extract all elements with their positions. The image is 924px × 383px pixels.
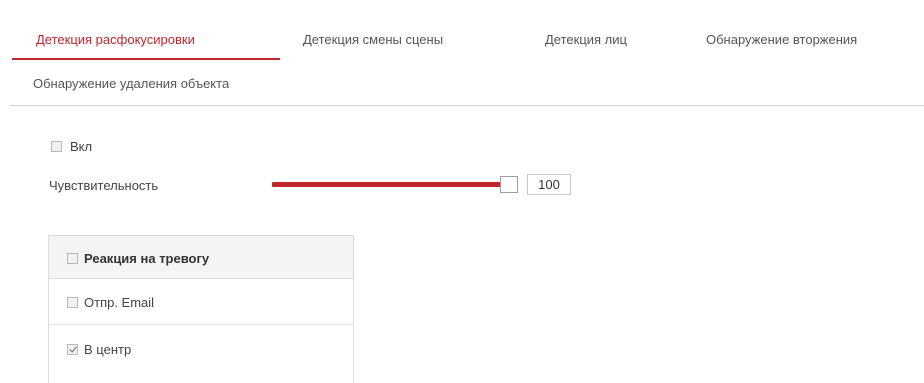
send-email-label: Отпр. Email (84, 294, 155, 310)
to-center-row: В центр (67, 340, 131, 358)
tab-defocus-detection[interactable]: Детекция расфокусировки (36, 25, 195, 55)
send-email-row: Отпр. Email (67, 293, 154, 311)
tab-intrusion-detection[interactable]: Обнаружение вторжения (706, 25, 857, 55)
enable-row: Вкл (51, 138, 92, 154)
active-tab-indicator (12, 58, 280, 60)
panel-row-divider (49, 324, 353, 325)
sensitivity-slider-track[interactable] (272, 182, 512, 187)
sensitivity-label: Чувствительность (49, 178, 159, 193)
tab-scene-change-detection[interactable]: Детекция смены сцены (303, 25, 443, 55)
enable-checkbox[interactable] (51, 141, 62, 153)
alarm-reaction-label: Реакция на тревогу (84, 250, 210, 266)
tab-object-removal-detection[interactable]: Обнаружение удаления объекта (33, 69, 229, 99)
alarm-reaction-checkbox[interactable] (67, 253, 78, 265)
sensitivity-value-input[interactable]: 100 (527, 174, 571, 195)
enable-label: Вкл (70, 138, 93, 154)
alarm-reaction-panel: Реакция на тревогу Отпр. Email В центр (48, 235, 354, 383)
alarm-reaction-header-row: Реакция на тревогу (67, 249, 209, 267)
tab-face-detection[interactable]: Детекция лиц (545, 25, 627, 55)
to-center-checkbox[interactable] (67, 344, 78, 356)
tab-bar: Детекция расфокусировки Детекция смены с… (0, 0, 924, 110)
tabs-divider (10, 105, 924, 106)
to-center-label: В центр (84, 341, 132, 357)
send-email-checkbox[interactable] (67, 297, 78, 309)
sensitivity-slider-thumb[interactable] (500, 176, 518, 193)
